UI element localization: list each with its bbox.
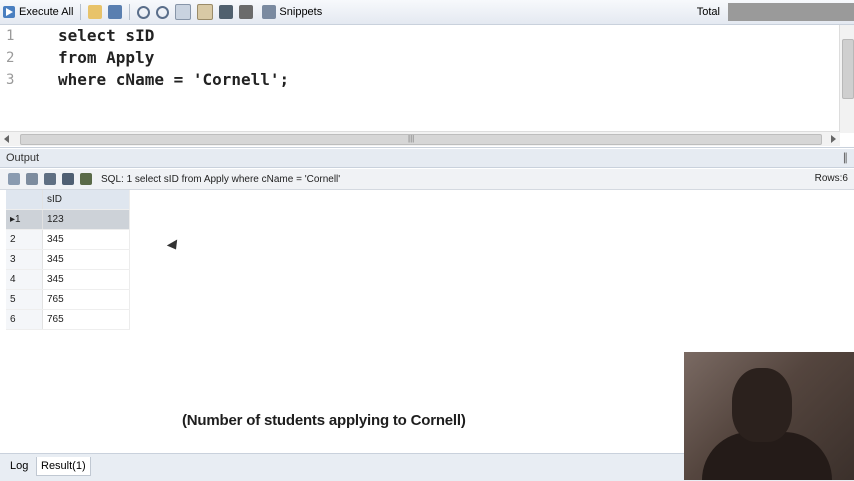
output-panel-header: Output ∥: [0, 149, 854, 168]
code-text: select sID: [58, 26, 155, 45]
tab-result[interactable]: Result(1): [36, 457, 91, 476]
output-toolbar: SQL: 1 select sID from Apply where cName…: [0, 169, 854, 190]
form-icon[interactable]: [44, 173, 56, 185]
line-number: 2: [6, 50, 15, 66]
row-number: 6: [6, 309, 43, 330]
snippets-label: Snippets: [279, 6, 323, 18]
grid-icon[interactable]: [26, 173, 38, 185]
pin-icon[interactable]: ∥: [843, 149, 849, 167]
brush-icon[interactable]: [219, 5, 234, 19]
undo-icon[interactable]: [137, 5, 151, 19]
scroll-thumb[interactable]: [20, 134, 822, 145]
row-number: ▸1: [6, 209, 43, 230]
toolbar-separator: [129, 4, 131, 20]
cell-value[interactable]: 123: [42, 209, 130, 230]
code-text: where cName = 'Cornell';: [58, 70, 290, 89]
table-row[interactable]: ▸1 123: [6, 209, 130, 230]
cell-value[interactable]: 345: [42, 249, 130, 270]
text-view-icon[interactable]: [62, 173, 74, 185]
total-bar: [728, 3, 854, 21]
table-row[interactable]: 2 345: [6, 229, 130, 250]
row-number: 2: [6, 229, 43, 250]
presenter-head: [732, 368, 792, 442]
snippets-icon: [262, 5, 277, 19]
cell-value[interactable]: 765: [42, 309, 130, 330]
open-icon[interactable]: [88, 5, 103, 19]
mouse-cursor-icon: [166, 239, 182, 253]
tab-log[interactable]: Log: [6, 457, 32, 475]
column-header-sid[interactable]: sID: [42, 190, 130, 210]
toolbar-separator: [80, 4, 82, 20]
execute-all-label: Execute All: [19, 6, 74, 18]
rows-count: Rows:6: [814, 173, 848, 184]
editor-vertical-scrollbar[interactable]: [839, 25, 854, 133]
video-caption: (Number of students applying to Cornell): [182, 412, 466, 429]
tools-icon[interactable]: [239, 5, 254, 19]
line-number: 1: [6, 28, 15, 44]
cell-value[interactable]: 345: [42, 229, 130, 250]
row-number: 3: [6, 249, 43, 270]
scroll-left-icon[interactable]: [4, 135, 9, 143]
row-number: 4: [6, 269, 43, 290]
webcam-overlay: [684, 352, 854, 480]
row-number: 5: [6, 289, 43, 310]
code-text: from Apply: [58, 48, 155, 67]
save-icon[interactable]: [108, 5, 123, 19]
grid-corner: [6, 190, 43, 210]
executed-sql-text: SQL: 1 select sID from Apply where cName…: [101, 173, 341, 185]
output-title: Output: [6, 152, 40, 164]
table-row[interactable]: 4 345: [6, 269, 130, 290]
export-icon[interactable]: [8, 173, 20, 185]
table-row[interactable]: 5 765: [6, 289, 130, 310]
editor-horizontal-scrollbar[interactable]: |||: [0, 131, 840, 146]
snippets-button[interactable]: Snippets: [256, 2, 325, 22]
main-toolbar: Execute All Snippets Total: [0, 0, 854, 25]
total-indicator: Total: [697, 0, 854, 24]
scroll-thumb[interactable]: [842, 39, 854, 99]
cell-value[interactable]: 765: [42, 289, 130, 310]
line-number: 3: [6, 72, 15, 88]
paste-icon[interactable]: [197, 4, 214, 20]
total-label: Total: [696, 6, 720, 18]
grip-icon: |||: [408, 134, 415, 143]
scroll-right-icon[interactable]: [831, 135, 836, 143]
execute-all-button[interactable]: Execute All: [0, 2, 76, 22]
execute-icon: [3, 6, 15, 18]
redo-icon[interactable]: [156, 5, 170, 19]
cell-value[interactable]: 345: [42, 269, 130, 290]
result-grid: sID ▸1 123 2 345 3 345 4 345 5 765 6 765: [6, 190, 130, 330]
sql-editor[interactable]: 1 select sID 2 from Apply 3 where cName …: [0, 25, 854, 148]
copy-icon[interactable]: [175, 4, 192, 20]
table-row[interactable]: 3 345: [6, 249, 130, 270]
table-row[interactable]: 6 765: [6, 309, 130, 330]
filter-icon[interactable]: [80, 173, 92, 185]
